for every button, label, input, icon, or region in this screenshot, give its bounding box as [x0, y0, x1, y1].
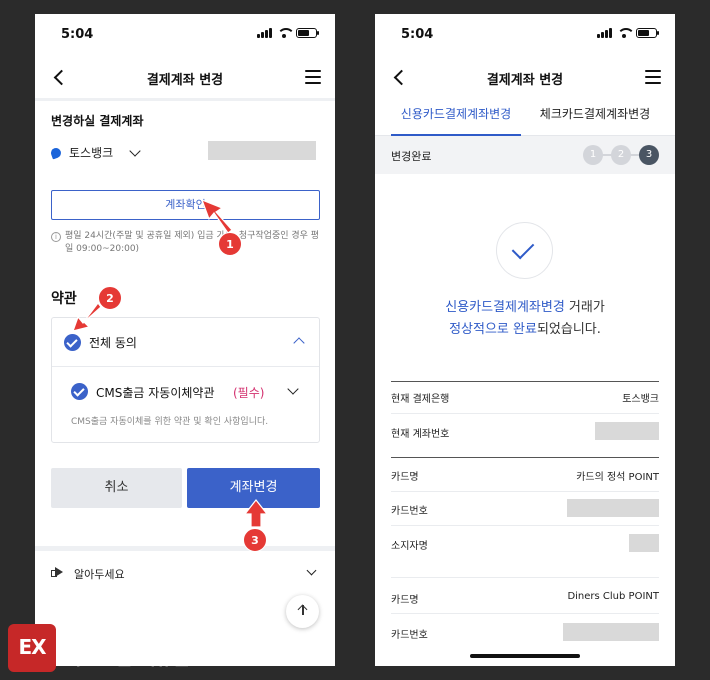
- watermark-logo: More Better IT Life 익스트림 매뉴얼: [8, 624, 248, 676]
- annotation-badge-1: 1: [218, 232, 242, 256]
- annotation-arrows: [72, 198, 269, 528]
- annotation-badge-2: 2: [98, 286, 122, 310]
- logo-tagline: More Better IT Life: [65, 631, 150, 640]
- annotation-badge-3: 3: [243, 528, 267, 552]
- logo-name: 익스트림 매뉴얼: [64, 647, 189, 669]
- annotation-arrow-3: [243, 499, 269, 528]
- ex-logo-icon: [8, 624, 56, 672]
- logo-underline: [198, 657, 244, 660]
- annotation-arrow-1: [200, 198, 233, 234]
- annotation-arrow-2: [72, 302, 102, 332]
